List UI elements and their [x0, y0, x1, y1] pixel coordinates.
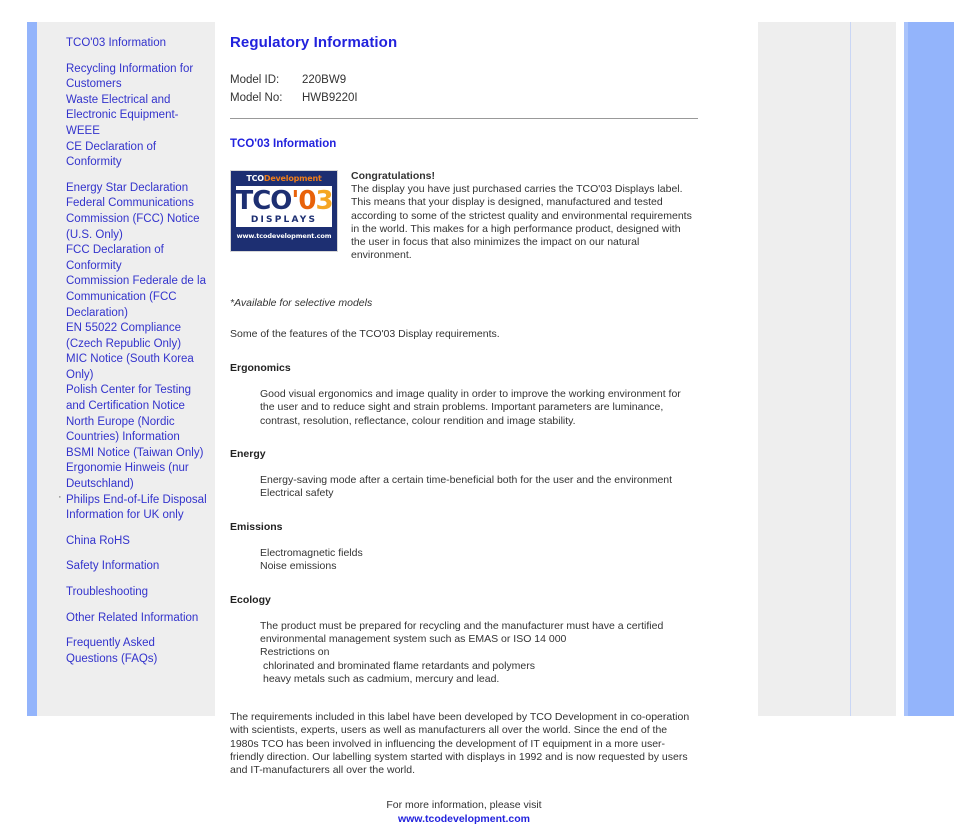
footer-block: For more information, please visit www.t…: [230, 799, 698, 827]
tco-logo-displays-text: DISPLAYS: [250, 215, 318, 225]
sidebar-item-other-related-information[interactable]: Other Related Information: [37, 611, 215, 627]
sidebar-group: Recycling Information for Customers Waste…: [37, 62, 215, 171]
sidebar-item-troubleshooting[interactable]: Troubleshooting: [37, 585, 215, 601]
model-no-value: HWB9220I: [302, 92, 358, 104]
sidebar-item-tco-03-information[interactable]: TCO'03 Information: [37, 36, 215, 52]
sidebar-item-bsmi-notice-taiwan-only[interactable]: BSMI Notice (Taiwan Only): [37, 446, 215, 462]
subsection-body-ecology: The product must be prepared for recycli…: [260, 620, 698, 660]
model-id-label: Model ID:: [230, 74, 280, 86]
right-accent-bar: [908, 22, 954, 716]
model-id-value: 220BW9: [302, 74, 347, 86]
tcodevelopment-link[interactable]: www.tcodevelopment.com: [398, 813, 530, 826]
subsection-body-ergonomics: Good visual ergonomics and image quality…: [260, 387, 681, 427]
sidebar-item-fcc-declaration-of-conformity[interactable]: FCC Declaration of Conformity: [37, 243, 215, 274]
subsection-heading-energy: Energy: [230, 448, 266, 461]
list-item: heavy metals such as cadmium, mercury an…: [263, 673, 500, 686]
divider: [230, 118, 698, 119]
sidebar-panel: TCO'03 Information Recycling Information …: [37, 22, 215, 716]
sidebar-item-china-rohs[interactable]: China RoHS: [37, 534, 215, 550]
tco03-displays-logo-icon: TCODevelopment TCO '0 3 DISPLAYS www.tcode…: [230, 170, 338, 252]
right-panel-primary: [758, 22, 851, 716]
subsection-heading-ecology: Ecology: [230, 593, 271, 606]
model-no-label: Model No:: [230, 92, 283, 104]
sidebar-group: TCO'03 Information: [37, 36, 215, 52]
main-content: Regulatory Information Model ID: 220BW9 …: [230, 34, 698, 827]
congratulations-heading: Congratulations!: [351, 170, 435, 182]
tco-logo-inner: TCO '0 3 DISPLAYS: [235, 186, 334, 227]
sidebar-item-en-55022-compliance-czech-republic-only[interactable]: EN 55022 Compliance (Czech Republic Only…: [37, 321, 215, 352]
sidebar-group: Other Related Information: [37, 611, 215, 627]
tco-logo-url-text: www.tcodevelopment.com: [236, 230, 332, 242]
sidebar-accent-bar: [27, 22, 37, 716]
features-intro: Some of the features of the TCO'03 Displ…: [230, 328, 500, 341]
sidebar-item-north-europe-nordic-countries-information[interactable]: North Europe (Nordic Countries) Informat…: [37, 415, 215, 446]
list-item: chlorinated and brominated flame retarda…: [263, 659, 535, 672]
congratulations-block: Congratulations! The display you have ju…: [351, 170, 698, 262]
sidebar-item-polish-center-for-testing-and-certification-notice[interactable]: Polish Center for Testing and Certificat…: [37, 383, 215, 414]
sidebar-item-mic-notice-south-korea-only[interactable]: MIC Notice (South Korea Only): [37, 352, 215, 383]
footer-text: For more information, please visit: [386, 798, 542, 811]
sidebar-item-energy-star-declaration[interactable]: Energy Star Declaration: [37, 181, 215, 197]
tco-logo-main-wordmark: TCO '0 3: [235, 186, 333, 216]
ecology-restrictions-list: chlorinated and brominated flame retarda…: [263, 660, 698, 687]
ecology-line-1: The product must be prepared for recycli…: [260, 619, 664, 646]
sidebar-group: Frequently Asked Questions (FAQs): [37, 636, 215, 667]
tco-logo-row: TCODevelopment TCO '0 3 DISPLAYS www.tcode…: [230, 170, 698, 262]
sidebar-group: China RoHS: [37, 534, 215, 550]
tco-development-wordmark: TCODevelopment: [246, 174, 321, 183]
table-row: Model No: HWB9220I: [230, 91, 358, 109]
sidebar-item-federal-communications-commission-fcc-notice-u-s-only[interactable]: Federal Communications Commission (FCC) …: [37, 196, 215, 243]
sidebar-item-recycling-information-for-customers[interactable]: Recycling Information for Customers: [37, 62, 215, 93]
page-title: Regulatory Information: [230, 34, 398, 51]
sidebar-group: Safety Information: [37, 559, 215, 575]
ecology-line-2: Restrictions on: [260, 646, 330, 659]
emissions-line-2: Noise emissions: [260, 560, 337, 573]
subsection-body-emissions: Electromagnetic fields Noise emissions: [260, 547, 698, 574]
sidebar-group: Troubleshooting: [37, 585, 215, 601]
energy-line-1: Energy-saving mode after a certain time-…: [260, 474, 673, 487]
tco-logo-tco-text: TCO: [235, 186, 292, 216]
subsection-heading-ergonomics: Ergonomics: [230, 361, 291, 374]
sidebar-item-philips-end-of-life-disposal[interactable]: Philips End-of-Life Disposal: [37, 490, 215, 509]
sidebar-item-waste-electrical-and-electronic-equipment-weee[interactable]: Waste Electrical and Electronic Equipmen…: [37, 93, 215, 140]
congratulations-body: The display you have just purchased carr…: [351, 183, 692, 262]
available-models-note: *Available for selective models: [230, 297, 373, 310]
sidebar-item-information-for-uk-only[interactable]: Information for UK only: [37, 508, 215, 524]
subsection-heading-emissions: Emissions: [230, 520, 283, 533]
emissions-line-1: Electromagnetic fields: [260, 546, 363, 559]
section-title: TCO'03 Information: [230, 138, 337, 150]
sidebar: TCO'03 Information Recycling Information …: [27, 22, 215, 716]
subsection-body-energy: Energy-saving mode after a certain time-…: [260, 474, 698, 501]
tco-development-tco-text: TCO: [246, 174, 264, 183]
right-panel-gap: [896, 22, 904, 716]
sidebar-item-ergonomie-hinweis-nur-deutschland[interactable]: Ergonomie Hinweis (nur Deutschland): [37, 461, 215, 492]
closing-paragraph: The requirements included in this label …: [230, 710, 690, 777]
tco-logo-apostrophe-zero-text: '0: [291, 186, 316, 216]
sidebar-group: Energy Star Declaration Federal Communica…: [37, 181, 215, 524]
table-row: Model ID: 220BW9: [230, 73, 358, 91]
right-panel-secondary: [851, 22, 896, 716]
sidebar-item-frequently-asked-questions-faqs[interactable]: Frequently Asked Questions (FAQs): [37, 636, 215, 667]
tco-logo-three-text: 3: [315, 186, 333, 216]
energy-line-2: Electrical safety: [260, 487, 334, 500]
sidebar-item-commission-federale-de-la-communication-fcc-declaration[interactable]: Commission Federale de la Communication …: [37, 274, 215, 321]
model-info-table: Model ID: 220BW9 Model No: HWB9220I: [230, 73, 358, 109]
tco-development-development-text: Development: [263, 174, 322, 183]
right-panels: [758, 22, 954, 716]
sidebar-item-ce-declaration-of-conformity[interactable]: CE Declaration of Conformity: [37, 140, 215, 171]
sidebar-item-safety-information[interactable]: Safety Information: [37, 559, 215, 575]
